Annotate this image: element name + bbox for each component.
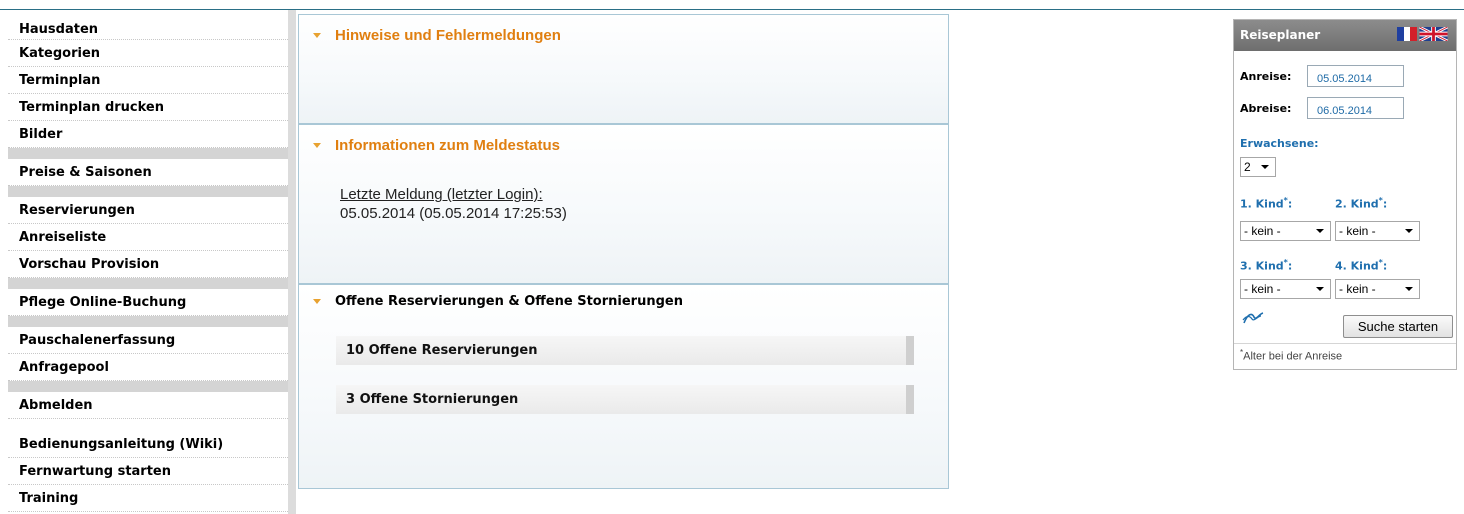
kind3-select[interactable]: - kein - [1240, 279, 1331, 299]
nav-item-anreiseliste[interactable]: Anreiseliste [8, 224, 288, 251]
nav-item-pflege-online-buchung[interactable]: Pflege Online-Buchung [8, 289, 288, 316]
nav-item-bedienungsanleitung[interactable]: Bedienungsanleitung (Wiki) [8, 431, 288, 458]
suche-starten-button[interactable]: Suche starten [1343, 315, 1453, 338]
chevron-down-icon [1405, 229, 1413, 233]
kind3-value: - kein - [1244, 282, 1281, 296]
logo-icon [1242, 312, 1264, 324]
kind4-value: - kein - [1339, 282, 1376, 296]
reiseplaner-widget: Reiseplaner Anreise: 05.05.2014 Abreise:… [1233, 19, 1457, 370]
offene-stornierungen-button[interactable]: 3 Offene Stornierungen [336, 385, 914, 414]
kind1-value: - kein - [1244, 224, 1281, 238]
nav-separator [8, 316, 288, 327]
nav-item-vorschau-provision[interactable]: Vorschau Provision [8, 251, 288, 278]
panel-title: Offene Reservierungen & Offene Stornieru… [335, 294, 683, 309]
reiseplaner-header: Reiseplaner [1234, 20, 1456, 51]
nav-item-reservierungen[interactable]: Reservierungen [8, 197, 288, 224]
sidebar-nav: Hausdaten Kategorien Terminplan Terminpl… [8, 10, 296, 514]
french-flag-icon[interactable] [1397, 27, 1418, 41]
nav-separator [8, 186, 288, 197]
kind1-label: 1. Kind*: [1240, 196, 1293, 211]
nav-item-hausdaten[interactable]: Hausdaten [8, 20, 288, 40]
panel-header[interactable]: Offene Reservierungen & Offene Stornieru… [313, 285, 683, 318]
panel-title: Informationen zum Meldestatus [335, 136, 561, 154]
nav-item-kategorien[interactable]: Kategorien [8, 40, 288, 67]
nav-separator [8, 419, 288, 431]
erwachsene-value: 2 [1244, 160, 1251, 174]
panel-title: Hinweise und Fehlermeldungen [335, 26, 561, 44]
abreise-label: Abreise: [1240, 102, 1292, 115]
reiseplaner-title: Reiseplaner [1240, 28, 1321, 42]
kind2-value: - kein - [1339, 224, 1376, 238]
panel-hinweise: Hinweise und Fehlermeldungen [298, 14, 949, 124]
nav-item-terminplan[interactable]: Terminplan [8, 67, 288, 94]
nav-scroll-edge [288, 10, 296, 514]
erwachsene-select[interactable]: 2 [1240, 157, 1276, 177]
kind1-select[interactable]: - kein - [1240, 221, 1331, 241]
kind2-label: 2. Kind*: [1335, 196, 1388, 211]
kind4-select[interactable]: - kein - [1335, 279, 1420, 299]
nav-separator [8, 381, 288, 392]
uk-flag-icon[interactable] [1418, 27, 1449, 41]
anreise-input[interactable]: 05.05.2014 [1307, 65, 1404, 87]
nav-item-pauschalenerfassung[interactable]: Pauschalenerfassung [8, 327, 288, 354]
panel-header[interactable]: Informationen zum Meldestatus [313, 125, 560, 165]
kind3-label: 3. Kind*: [1240, 258, 1293, 273]
chevron-down-icon [1405, 287, 1413, 291]
panel-meldestatus: Informationen zum Meldestatus Letzte Mel… [298, 124, 949, 284]
chevron-down-icon [1316, 287, 1324, 291]
nav-item-training[interactable]: Training [8, 485, 288, 512]
kind4-label: 4. Kind*: [1335, 258, 1388, 273]
meldestatus-info: Letzte Meldung (letzter Login): 05.05.20… [340, 185, 567, 223]
offene-reservierungen-button[interactable]: 10 Offene Reservierungen [336, 336, 914, 365]
letzte-meldung-label: Letzte Meldung (letzter Login): [340, 186, 543, 203]
nav-item-fernwartung[interactable]: Fernwartung starten [8, 458, 288, 485]
abreise-input[interactable]: 06.05.2014 [1307, 97, 1404, 119]
kind2-select[interactable]: - kein - [1335, 221, 1420, 241]
reiseplaner-footnote: *Alter bei der Anreise [1234, 343, 1456, 363]
panel-header[interactable]: Hinweise und Fehlermeldungen [313, 15, 561, 55]
panel-offene: Offene Reservierungen & Offene Stornieru… [298, 284, 949, 489]
nav-item-preise-saisonen[interactable]: Preise & Saisonen [8, 159, 288, 186]
chevron-down-icon [1316, 229, 1324, 233]
anreise-label: Anreise: [1240, 70, 1292, 83]
nav-separator [8, 278, 288, 289]
nav-item-bilder[interactable]: Bilder [8, 121, 288, 148]
chevron-down-icon [1261, 165, 1269, 169]
collapse-triangle-icon [313, 32, 321, 38]
collapse-triangle-icon [313, 142, 321, 148]
nav-item-anfragepool[interactable]: Anfragepool [8, 354, 288, 381]
nav-item-terminplan-drucken[interactable]: Terminplan drucken [8, 94, 288, 121]
collapse-triangle-icon [313, 299, 321, 304]
letzte-meldung-value: 05.05.2014 (05.05.2014 17:25:53) [340, 205, 567, 222]
erwachsene-label: Erwachsene: [1240, 137, 1319, 150]
nav-separator [8, 148, 288, 159]
nav-item-abmelden[interactable]: Abmelden [8, 392, 288, 419]
